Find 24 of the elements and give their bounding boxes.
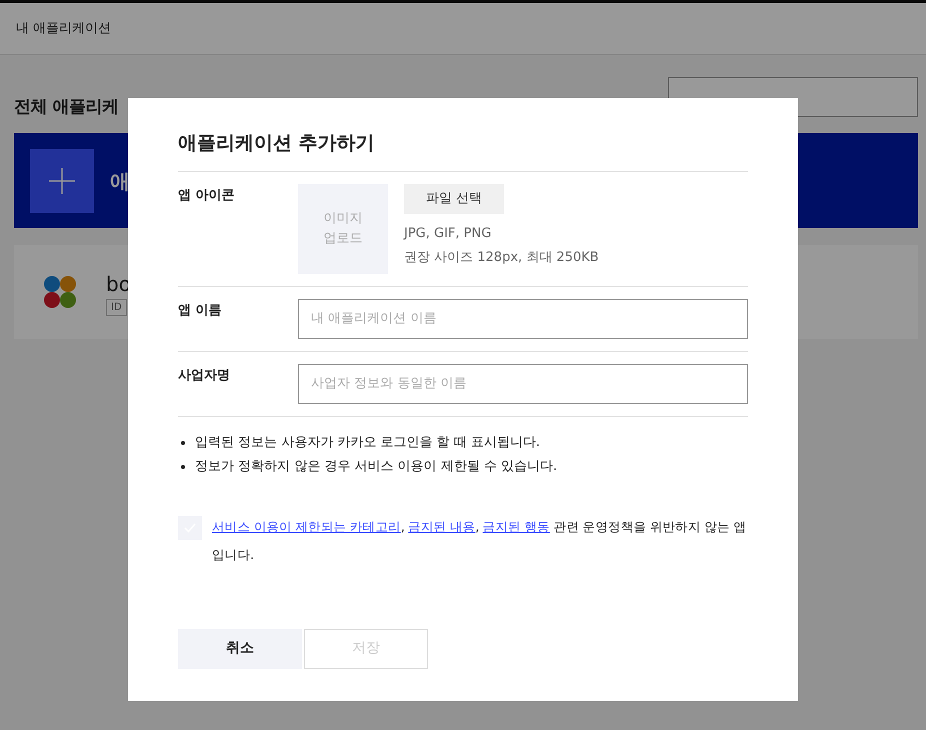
banner-label: 애 xyxy=(110,168,130,195)
hint-text: 권장 사이즈 128px, 최대 250KB xyxy=(404,248,599,267)
bullet-icon xyxy=(181,440,185,445)
field-label: 사업자명 xyxy=(178,366,231,385)
dialog-title: 애플리케이션 추가하기 xyxy=(178,132,376,155)
field-label: 앱 이름 xyxy=(178,302,223,320)
plus-icon xyxy=(30,148,94,213)
cancel-button[interactable]: 취소 xyxy=(178,628,302,669)
input-field[interactable]: 내 애플리케이션 이름 xyxy=(298,298,748,339)
bullet-icon xyxy=(181,464,185,469)
policy-link[interactable]: 서비스 이용이 제한되는 카테고리 xyxy=(212,518,401,534)
note-text: 입력된 정보는 사용자가 카카오 로그인을 할 때 표시됩니다. xyxy=(195,434,540,452)
note-text: 정보가 정확하지 않은 경우 서비스 이용이 제한될 수 있습니다. xyxy=(195,458,558,476)
policy-link[interactable]: 금지된 내용 xyxy=(408,518,476,534)
file-select-button[interactable]: 파일 선택 xyxy=(404,184,504,214)
app-logo-icon xyxy=(44,276,76,308)
app-id-tag: ID xyxy=(106,298,127,316)
section-heading: 전체 애플리케 xyxy=(14,97,118,118)
policy-link[interactable]: 금지된 행동 xyxy=(482,518,550,534)
input-field[interactable]: 사업자 정보와 동일한 이름 xyxy=(298,364,748,404)
agreement-text: 서비스 이용이 제한되는 카테고리, 금지된 내용, 금지된 행동 관련 운영정책을 위반하지 않는 앱 입니다. xyxy=(212,518,748,564)
hint-text: JPG, GIF, PNG xyxy=(404,224,492,243)
page-title: 내 애플리케이션 xyxy=(16,20,112,38)
field-label: 앱 아이콘 xyxy=(178,186,236,205)
